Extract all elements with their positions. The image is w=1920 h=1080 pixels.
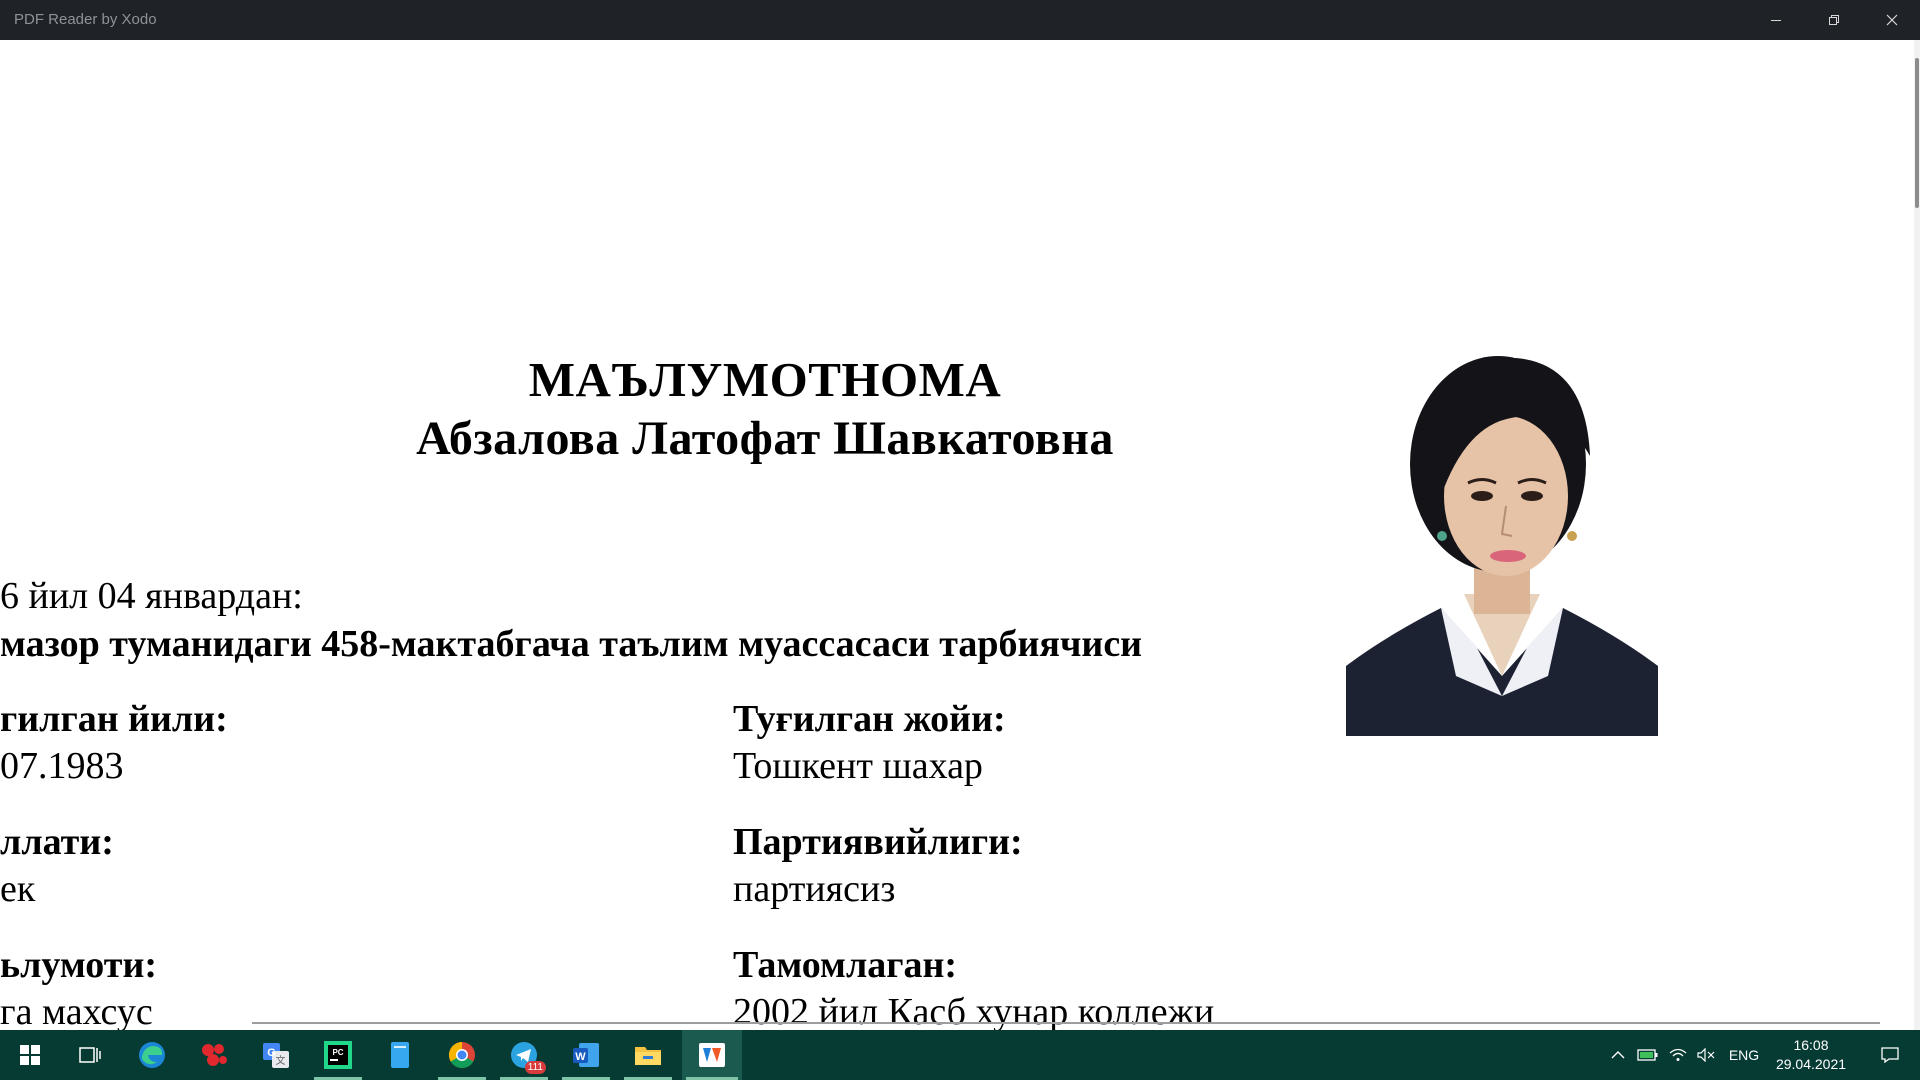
edge-icon (139, 1042, 165, 1068)
translate-icon: G 文 (263, 1043, 289, 1068)
notepad-icon (391, 1042, 409, 1068)
action-center-button[interactable] (1868, 1030, 1912, 1080)
scrollbar-thumb[interactable] (1915, 58, 1919, 208)
position-line: мазор туманидаги 458-мактабгача таълим м… (0, 623, 1143, 665)
education-label: ьлумоти: (0, 944, 158, 986)
notepad-button[interactable] (372, 1030, 428, 1080)
volume-tray-button[interactable] (1692, 1030, 1720, 1080)
word-icon: W (573, 1043, 599, 1067)
input-language-button[interactable]: ENG (1724, 1030, 1764, 1080)
nationality-value: ек (0, 868, 36, 910)
telegram-unread-badge: 111 (524, 1061, 546, 1074)
pdf-reader-icon (699, 1043, 725, 1067)
svg-text:G: G (267, 1047, 276, 1059)
battery-tray-button[interactable] (1634, 1030, 1662, 1080)
page-divider (252, 1022, 1880, 1024)
party-label: Партиявийлиги: (733, 821, 1023, 863)
pycharm-icon: PC (324, 1041, 352, 1069)
telegram-button[interactable]: 111 (496, 1030, 552, 1080)
task-view-icon (79, 1047, 101, 1063)
file-explorer-button[interactable] (620, 1030, 676, 1080)
nationality-label: ллати: (0, 821, 114, 863)
show-hidden-icons-button[interactable] (1604, 1030, 1632, 1080)
birth-year-label: гилган йили: (0, 698, 228, 740)
clock-time: 16:08 (1793, 1037, 1829, 1053)
minimize-icon (1771, 20, 1781, 21)
birth-place-label: Туғилган жойи: (733, 698, 1006, 740)
education-value: га махсус (0, 991, 153, 1030)
taskbar: G 文 PC 111 W ENG 16:08 29.04.2021 (0, 1030, 1920, 1080)
birth-year-value: 07.1983 (0, 745, 124, 787)
wifi-icon (1669, 1048, 1687, 1061)
start-icon (20, 1045, 40, 1065)
battery-icon (1637, 1049, 1658, 1061)
document-viewport[interactable]: МАЪЛУМОТНОМА Абзалова Латофат Шавкатовна… (0, 40, 1916, 1030)
pdf-page: МАЪЛУМОТНОМА Абзалова Латофат Шавкатовна… (0, 40, 1880, 1030)
taskbar-clock[interactable]: 16:08 29.04.2021 (1764, 1036, 1858, 1074)
word-button[interactable]: W (558, 1030, 614, 1080)
restore-button[interactable] (1805, 0, 1863, 40)
pdf-reader-button[interactable] (682, 1030, 742, 1080)
svg-text:PC: PC (332, 1048, 343, 1057)
chrome-icon (448, 1041, 475, 1069)
title-bar: PDF Reader by Xodo (0, 0, 1920, 40)
notifications-icon (1881, 1047, 1899, 1064)
molecule-app-icon (202, 1044, 227, 1066)
vertical-scrollbar[interactable] (1914, 40, 1920, 1030)
clock-date: 29.04.2021 (1775, 1056, 1847, 1072)
translate-button[interactable]: G 文 (248, 1030, 304, 1080)
restore-icon (1829, 15, 1839, 25)
edge-button[interactable] (124, 1030, 180, 1080)
molecule-app-button[interactable] (186, 1030, 242, 1080)
chrome-button[interactable] (434, 1030, 490, 1080)
close-icon (1886, 14, 1898, 26)
start-button[interactable] (2, 1030, 58, 1080)
close-button[interactable] (1863, 0, 1920, 40)
party-value: партиясиз (733, 868, 896, 910)
chevron-up-icon (1611, 1051, 1625, 1059)
portrait-photo (1346, 346, 1658, 736)
since-line: 6 йил 04 январдан: (0, 575, 303, 617)
birth-place-value: Тошкент шахар (733, 745, 983, 787)
minimize-button[interactable] (1747, 0, 1805, 40)
graduated-value: 2002 йил Касб хунар коллежи (733, 991, 1215, 1030)
file-explorer-icon (635, 1047, 661, 1065)
pycharm-button[interactable]: PC (310, 1030, 366, 1080)
task-view-button[interactable] (62, 1030, 118, 1080)
svg-text:W: W (575, 1051, 586, 1063)
graduated-label: Тамомлаган: (733, 944, 958, 986)
volume-muted-icon (1697, 1048, 1715, 1062)
svg-text:文: 文 (276, 1054, 286, 1067)
network-tray-button[interactable] (1664, 1030, 1692, 1080)
window-title: PDF Reader by Xodo (14, 11, 157, 28)
